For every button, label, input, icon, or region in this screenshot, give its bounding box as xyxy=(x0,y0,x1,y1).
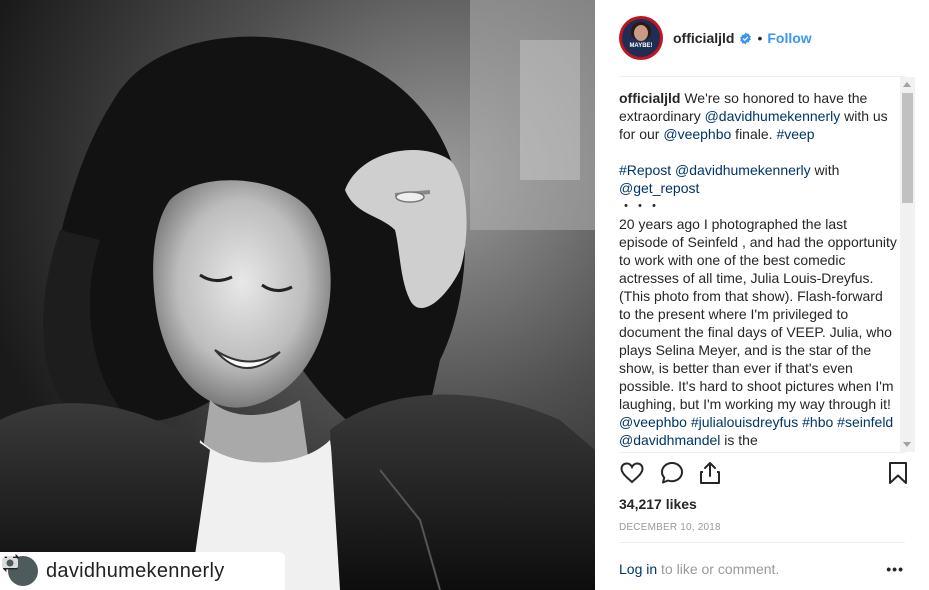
hashtag-link[interactable]: #seinfeld xyxy=(837,414,893,430)
header-username[interactable]: officialjld xyxy=(673,30,734,46)
hashtag-link[interactable]: #hbo xyxy=(802,414,833,430)
follow-button[interactable]: Follow xyxy=(767,30,811,46)
bullets: ・・・ xyxy=(619,198,661,214)
mention-link[interactable]: @davidhumekennerly xyxy=(675,162,811,178)
photo-illustration xyxy=(0,0,595,590)
caption-scrollbar[interactable] xyxy=(900,77,915,452)
scroll-up-icon[interactable] xyxy=(903,82,911,87)
mention-link[interactable]: @get_repost xyxy=(619,180,699,196)
caption-area[interactable]: officialjld We're so honored to have the… xyxy=(619,77,915,452)
like-count[interactable]: 34,217 likes xyxy=(619,496,697,512)
post-sidebar: MAYBE! officialjld • Follow officialjld … xyxy=(595,0,929,590)
verified-badge-icon xyxy=(740,32,752,44)
mention-link[interactable]: @davidhumekennerly xyxy=(705,108,841,124)
separator-dot: • xyxy=(757,30,763,46)
mention-link[interactable]: @veephbo xyxy=(663,126,731,142)
login-prompt: Log in to like or comment. xyxy=(619,561,915,577)
post-date: DECEMBER 10, 2018 xyxy=(619,522,721,533)
hashtag-link[interactable]: #julialouisdreyfus xyxy=(691,414,798,430)
hashtag-link[interactable]: #veep xyxy=(776,126,814,142)
scroll-down-icon[interactable] xyxy=(903,442,911,447)
bookmark-icon[interactable] xyxy=(885,460,911,486)
post-photo[interactable]: davidhumekennerly xyxy=(0,0,595,590)
post-header: MAYBE! officialjld • Follow xyxy=(595,0,929,76)
caption-body: 20 years ago I photographed the last epi… xyxy=(619,216,897,412)
repost-avatar xyxy=(2,556,38,586)
caption: officialjld We're so honored to have the… xyxy=(619,77,915,449)
caption-username[interactable]: officialjld xyxy=(619,90,680,106)
login-link[interactable]: Log in xyxy=(619,561,657,577)
comment-icon[interactable] xyxy=(659,460,685,486)
scrollbar-thumb[interactable] xyxy=(902,93,913,203)
avatar-text: MAYBE! xyxy=(629,43,653,49)
mention-link[interactable]: @veephbo xyxy=(619,414,687,430)
caption-text: with xyxy=(810,162,840,178)
repost-attribution: davidhumekennerly xyxy=(0,552,285,590)
divider xyxy=(619,542,905,543)
login-prompt-text: to like or comment. xyxy=(657,561,780,577)
action-bar xyxy=(619,460,915,490)
share-icon[interactable] xyxy=(697,460,723,486)
caption-text: finale. xyxy=(731,126,777,142)
avatar[interactable]: MAYBE! xyxy=(619,16,663,60)
repost-username: davidhumekennerly xyxy=(46,559,225,582)
divider xyxy=(619,452,905,453)
caption-text: is the xyxy=(720,432,758,448)
hashtag-link[interactable]: #Repost xyxy=(619,162,671,178)
mention-link[interactable]: @davidhmandel xyxy=(619,432,720,448)
heart-icon[interactable] xyxy=(619,460,645,486)
camera-icon xyxy=(2,556,18,568)
more-options-icon[interactable]: ••• xyxy=(886,561,904,577)
